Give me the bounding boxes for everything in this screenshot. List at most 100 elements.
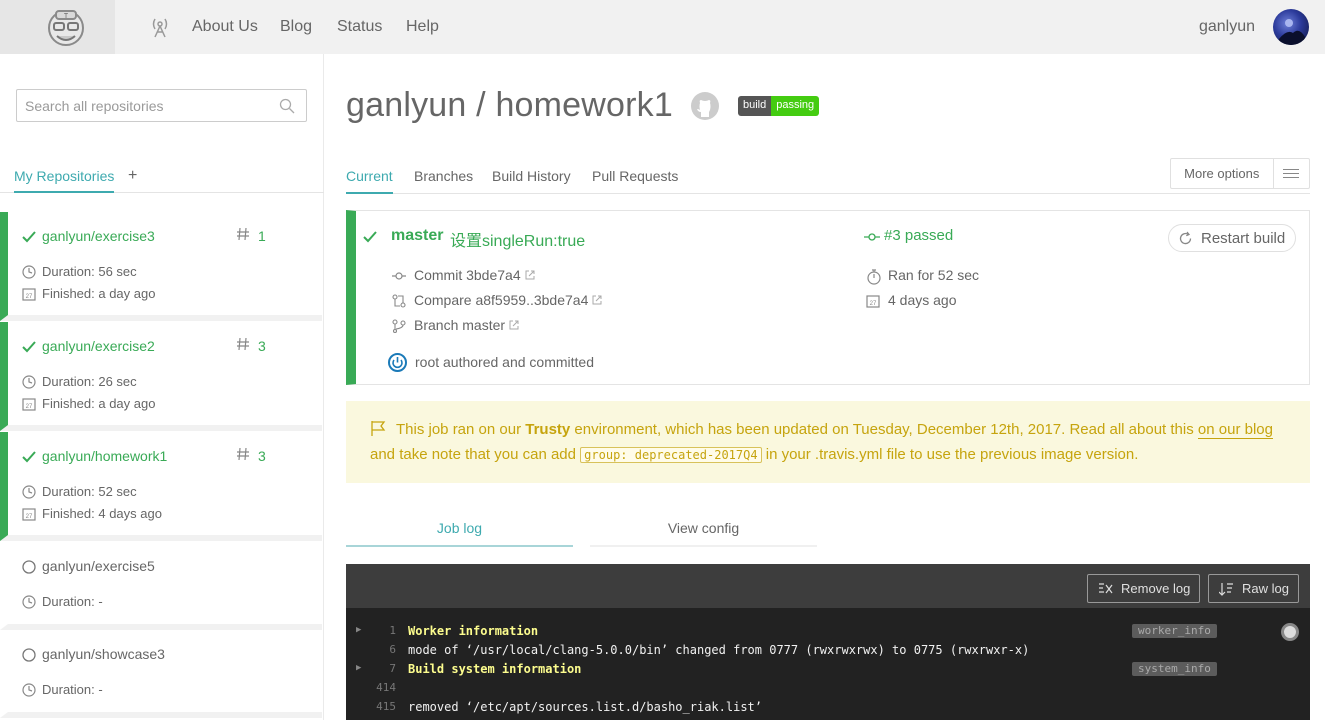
- raw-log-button[interactable]: Raw log: [1208, 574, 1299, 603]
- badge-value: passing: [771, 96, 820, 116]
- nav-status-link[interactable]: Status: [337, 18, 382, 36]
- repo-name[interactable]: ganlyun/homework1: [42, 448, 167, 464]
- restart-build-label: Restart build: [1201, 230, 1286, 247]
- build-number[interactable]: 1: [258, 228, 266, 244]
- tab-job-log[interactable]: Job log: [346, 520, 573, 547]
- svg-text:T: T: [64, 13, 69, 20]
- build-number-status[interactable]: #3 passed: [884, 227, 953, 244]
- main-content: ganlyun / homework1 build passing Curren…: [346, 54, 1310, 720]
- repo-finished: Finished: a day ago: [42, 396, 156, 411]
- nav-help-link[interactable]: Help: [406, 18, 439, 36]
- remove-log-button[interactable]: Remove log: [1087, 574, 1201, 603]
- check-icon: [22, 231, 36, 243]
- calendar-icon: 27: [22, 288, 36, 301]
- avatar[interactable]: [1273, 9, 1309, 45]
- search-box[interactable]: [16, 89, 307, 122]
- restart-build-button[interactable]: Restart build: [1168, 224, 1296, 252]
- log-line-number[interactable]: 7: [364, 662, 396, 675]
- log-line[interactable]: ▶ 7 Build system information system_info: [346, 660, 1310, 679]
- tab-view-config[interactable]: View config: [590, 520, 817, 547]
- build-number[interactable]: 3: [258, 338, 266, 354]
- log-line-text: removed ‘/etc/apt/sources.list.d/basho_r…: [408, 700, 763, 714]
- svg-text:27: 27: [26, 514, 33, 520]
- notice-text-part4: in your .travis.yml file to use the prev…: [761, 446, 1139, 463]
- repo-name[interactable]: ganlyun/showcase3: [42, 646, 165, 662]
- build-branch[interactable]: master: [391, 227, 443, 245]
- build-status-badge[interactable]: build passing: [738, 96, 820, 116]
- more-options-label[interactable]: More options: [1171, 159, 1274, 188]
- fold-arrow-icon[interactable]: ▶: [356, 663, 361, 673]
- clock-icon: [22, 265, 36, 279]
- repo-item-homework1[interactable]: ganlyun/homework1 3 Duration: 52 sec 27 …: [0, 432, 322, 541]
- notice-text: This job ran on our Trusty environment, …: [370, 417, 1288, 468]
- build-number[interactable]: 3: [258, 448, 266, 464]
- log-line[interactable]: 6 mode of ‘/usr/local/clang-5.0.0/bin’ c…: [346, 641, 1310, 660]
- branch-link[interactable]: Branch master: [414, 317, 519, 333]
- repo-duration: Duration: -: [42, 594, 103, 609]
- sidebar-tabs: My Repositories +: [0, 165, 324, 193]
- repo-item-exercise3[interactable]: ganlyun/exercise3 1 Duration: 56 sec 27 …: [0, 212, 322, 321]
- commit-text[interactable]: Commit 3bde7a4: [414, 267, 521, 283]
- nav-blog-link[interactable]: Blog: [280, 18, 312, 36]
- repo-name[interactable]: ganlyun/exercise5: [42, 558, 155, 574]
- repo-name[interactable]: ganlyun/exercise2: [42, 338, 155, 354]
- tab-pull-requests[interactable]: Pull Requests: [592, 168, 678, 184]
- branch-icon: [392, 319, 406, 333]
- log-line-number[interactable]: 414: [364, 681, 396, 694]
- external-link-icon: [509, 320, 519, 330]
- clock-icon: [22, 595, 36, 609]
- repo-item-exercise5[interactable]: ganlyun/exercise5 Duration: -: [0, 542, 322, 630]
- hash-icon: [237, 227, 249, 241]
- environment-notice: This job ran on our Trusty environment, …: [346, 401, 1310, 483]
- restart-icon: [1179, 231, 1192, 245]
- add-repository-button[interactable]: +: [128, 167, 137, 185]
- raw-log-label: Raw log: [1242, 581, 1289, 596]
- build-summary-card: master 设置singleRun:true #3 passed Restar…: [346, 210, 1310, 385]
- svg-text:27: 27: [870, 301, 877, 307]
- compare-link[interactable]: Compare a8f5959..3bde7a4: [414, 292, 602, 308]
- hash-icon: [237, 447, 249, 461]
- tab-my-repositories[interactable]: My Repositories: [14, 168, 115, 193]
- remove-log-icon: [1099, 583, 1113, 594]
- scroll-to-top-button[interactable]: [1281, 623, 1299, 641]
- job-log: Remove log Raw log ▶ 1 Worker informatio…: [346, 564, 1310, 720]
- user-name-link[interactable]: ganlyun: [1199, 18, 1255, 36]
- build-duration: Ran for 52 sec: [888, 267, 980, 283]
- search-icon[interactable]: [279, 98, 295, 114]
- fold-arrow-icon[interactable]: ▶: [356, 625, 361, 635]
- empty-circle-icon: [22, 648, 36, 662]
- log-line[interactable]: 415 removed ‘/etc/apt/sources.list.d/bas…: [346, 698, 1310, 717]
- log-line-number[interactable]: 1: [364, 624, 396, 637]
- log-line[interactable]: 414: [346, 679, 1310, 698]
- logo-cell[interactable]: T: [0, 0, 115, 54]
- empty-circle-icon: [22, 560, 36, 574]
- compare-text[interactable]: Compare a8f5959..3bde7a4: [414, 292, 588, 308]
- commit-link[interactable]: Commit 3bde7a4: [414, 267, 535, 283]
- more-options-button[interactable]: More options: [1170, 158, 1310, 189]
- travis-mascot-logo-icon[interactable]: T: [45, 6, 87, 48]
- github-icon[interactable]: [690, 91, 720, 121]
- hash-icon: [237, 337, 249, 351]
- log-toolbar: Remove log Raw log: [346, 564, 1310, 608]
- log-line-number[interactable]: 415: [364, 700, 396, 713]
- repo-finished: Finished: a day ago: [42, 286, 156, 301]
- log-line-number[interactable]: 6: [364, 643, 396, 656]
- calendar-icon: 27: [866, 295, 880, 308]
- blog-link[interactable]: on our blog: [1197, 421, 1273, 439]
- repo-name[interactable]: ganlyun/exercise3: [42, 228, 155, 244]
- search-input[interactable]: [17, 90, 267, 121]
- author-avatar-icon: [388, 353, 407, 372]
- repo-item-showcase3[interactable]: ganlyun/showcase3 Duration: -: [0, 630, 322, 718]
- tab-build-history[interactable]: Build History: [492, 168, 571, 184]
- menu-icon[interactable]: [1274, 159, 1309, 188]
- tab-current[interactable]: Current: [346, 168, 393, 194]
- tab-branches[interactable]: Branches: [414, 168, 473, 184]
- broadcast-icon[interactable]: [149, 16, 171, 38]
- clock-icon: [22, 485, 36, 499]
- nav-about-us-link[interactable]: About Us: [192, 18, 258, 36]
- repo-item-exercise2[interactable]: ganlyun/exercise2 3 Duration: 26 sec 27 …: [0, 322, 322, 431]
- log-line[interactable]: ▶ 1 Worker information worker_info: [346, 622, 1310, 641]
- branch-text[interactable]: Branch master: [414, 317, 505, 333]
- compare-icon: [392, 294, 406, 308]
- build-date: 4 days ago: [888, 292, 957, 308]
